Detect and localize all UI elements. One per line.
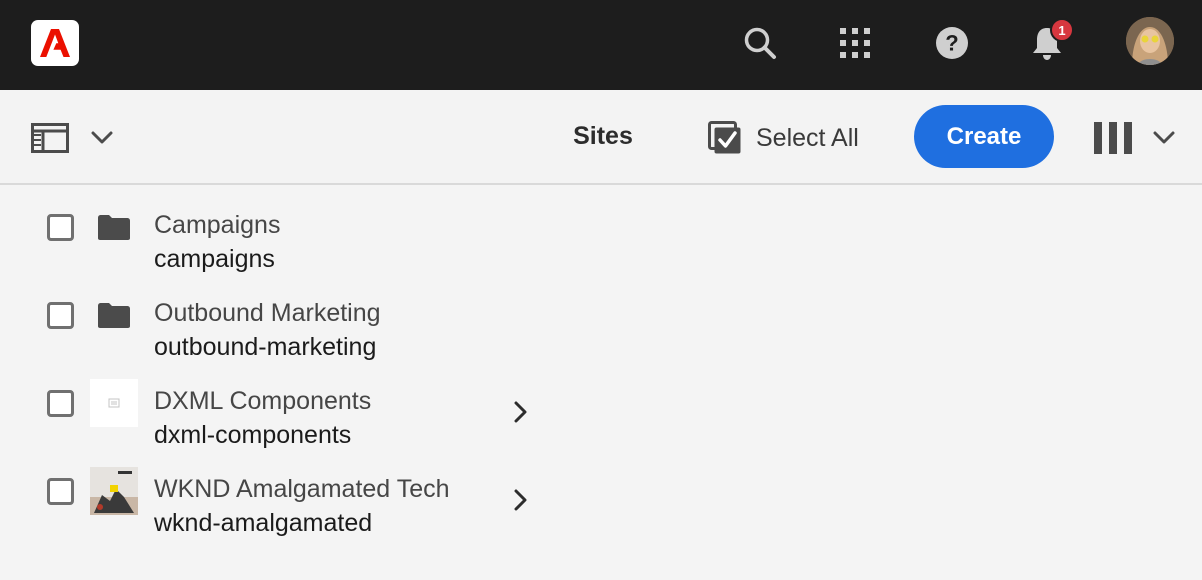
page-title: Sites bbox=[573, 122, 633, 150]
folder-icon bbox=[90, 291, 138, 339]
select-all-button[interactable]: Select All bbox=[708, 120, 859, 156]
item-title: Campaigns bbox=[154, 211, 281, 239]
row-checkbox[interactable] bbox=[47, 478, 74, 505]
item-title: WKND Amalgamated Tech bbox=[154, 475, 450, 503]
list-item[interactable]: Outbound Marketing outbound-marketing bbox=[0, 274, 1202, 362]
select-all-label: Select All bbox=[756, 123, 859, 152]
item-name: dxml-components bbox=[154, 421, 352, 449]
create-button[interactable]: Create bbox=[914, 105, 1054, 168]
apps-grid-icon[interactable] bbox=[830, 20, 880, 66]
row-checkbox[interactable] bbox=[47, 390, 74, 417]
view-chevron-down-icon[interactable] bbox=[1152, 126, 1176, 150]
shell-header: ? 1 bbox=[0, 0, 1202, 90]
item-name: wknd-amalgamated bbox=[154, 509, 373, 537]
folder-icon bbox=[90, 203, 138, 251]
help-icon[interactable]: ? bbox=[927, 20, 977, 66]
image-thumbnail bbox=[90, 467, 138, 515]
row-checkbox[interactable] bbox=[47, 214, 74, 241]
search-icon[interactable] bbox=[735, 20, 785, 66]
adobe-logo-icon[interactable] bbox=[31, 20, 79, 66]
list-item[interactable]: WKND Amalgamated Tech wknd-amalgamated bbox=[0, 450, 1202, 538]
item-name: campaigns bbox=[154, 245, 275, 273]
row-checkbox[interactable] bbox=[47, 302, 74, 329]
rail-chevron-down-icon[interactable] bbox=[90, 126, 114, 150]
svg-text:?: ? bbox=[945, 31, 958, 56]
list-item[interactable]: DXML Components dxml-components bbox=[0, 362, 1202, 450]
item-title: Outbound Marketing bbox=[154, 299, 381, 327]
column-view-icon[interactable] bbox=[1094, 122, 1132, 154]
rail-toggle-icon[interactable] bbox=[30, 122, 70, 154]
select-all-icon bbox=[708, 121, 741, 154]
action-bar: Sites Select All Create bbox=[0, 90, 1202, 185]
chevron-right-icon[interactable] bbox=[508, 400, 532, 424]
notification-badge: 1 bbox=[1050, 18, 1074, 42]
list-item[interactable]: Campaigns campaigns bbox=[0, 186, 1202, 274]
page-thumbnail bbox=[90, 379, 138, 427]
avatar[interactable] bbox=[1126, 17, 1174, 65]
item-title: DXML Components bbox=[154, 387, 372, 415]
chevron-right-icon[interactable] bbox=[508, 488, 532, 512]
item-name: outbound-marketing bbox=[154, 333, 377, 361]
